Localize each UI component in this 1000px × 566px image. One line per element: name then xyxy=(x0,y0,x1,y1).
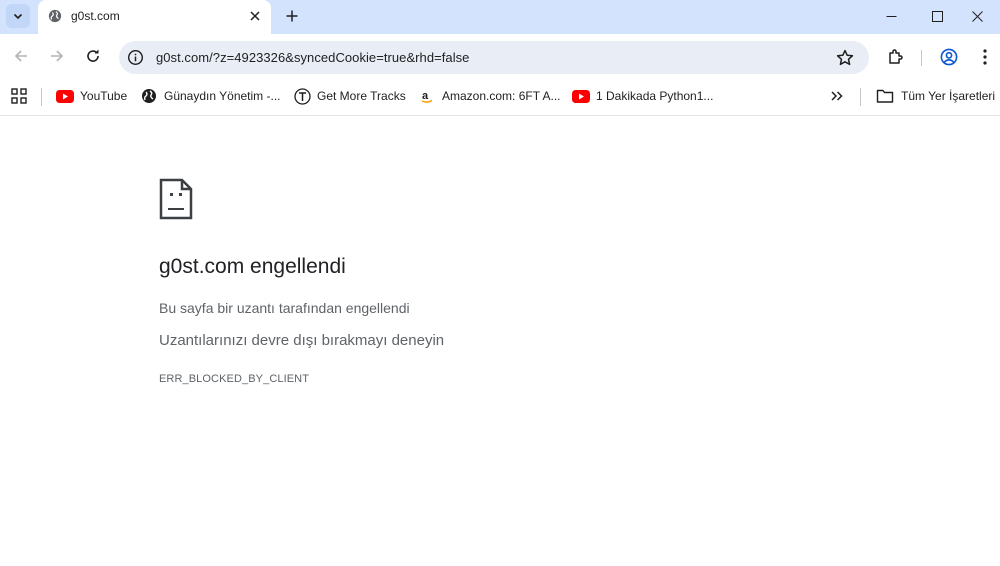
active-tab[interactable]: g0st.com xyxy=(38,0,271,34)
tab-title: g0st.com xyxy=(71,9,120,23)
minimize-icon xyxy=(886,15,896,17)
back-button[interactable] xyxy=(7,42,35,70)
plus-icon xyxy=(286,10,298,22)
error-code: ERR_BLOCKED_BY_CLIENT xyxy=(159,373,310,385)
new-tab-button[interactable] xyxy=(281,5,303,27)
bookmark-get-more-tracks[interactable]: Get More Tracks xyxy=(293,86,406,106)
arrow-right-icon xyxy=(51,50,64,62)
close-icon xyxy=(971,10,983,22)
toolbar-divider xyxy=(921,50,922,66)
extensions-button[interactable] xyxy=(885,46,907,68)
youtube-icon xyxy=(56,88,74,104)
account-icon xyxy=(940,48,958,66)
reload-button[interactable] xyxy=(79,42,107,70)
reload-icon xyxy=(87,49,99,62)
close-icon xyxy=(250,11,260,21)
apps-grid-icon[interactable] xyxy=(10,87,28,105)
tab-close-button[interactable] xyxy=(246,7,264,25)
globe-icon xyxy=(140,88,158,104)
tab-strip: g0st.com xyxy=(0,0,1000,34)
bookmark-label: 1 Dakikada Python1... xyxy=(596,89,714,103)
bookmark-amazon[interactable]: a Amazon.com: 6FT A... xyxy=(418,86,561,106)
error-description: Bu sayfa bir uzantı tarafından engellend… xyxy=(159,300,410,316)
profile-button[interactable] xyxy=(938,46,960,68)
error-suggestion: Uzantılarınızı devre dışı bırakmayı dene… xyxy=(159,332,445,349)
bookmark-python[interactable]: 1 Dakikada Python1... xyxy=(572,86,713,106)
info-icon[interactable] xyxy=(127,49,144,66)
bookmark-label: YouTube xyxy=(80,89,128,103)
all-bookmarks-button[interactable]: Tüm Yer İşaretleri xyxy=(876,86,995,106)
bookmark-star-icon[interactable] xyxy=(835,48,855,68)
tab-search-button[interactable] xyxy=(6,4,30,28)
bookmarks-bar: YouTube Günaydın Yönetim -... Get More T… xyxy=(0,80,1000,116)
amazon-icon: a xyxy=(418,88,436,104)
svg-text:a: a xyxy=(422,90,429,102)
error-title: g0st.com engellendi xyxy=(159,255,346,278)
youtube-icon xyxy=(572,88,590,104)
globe-icon xyxy=(48,9,62,23)
bookmark-label: Get More Tracks xyxy=(317,89,406,103)
chevron-down-icon xyxy=(13,13,23,20)
bookmarks-divider xyxy=(41,88,42,106)
address-bar[interactable]: g0st.com/?z=4923326&syncedCookie=true&rh… xyxy=(119,41,869,74)
forward-button[interactable] xyxy=(43,42,71,70)
chevron-double-right-icon[interactable] xyxy=(828,87,846,105)
minimize-button[interactable] xyxy=(868,0,914,32)
folder-icon xyxy=(876,89,894,103)
bookmark-youtube[interactable]: YouTube xyxy=(56,86,127,106)
sad-document-icon xyxy=(159,178,193,220)
tracks-icon xyxy=(293,87,311,105)
toolbar: g0st.com/?z=4923326&syncedCookie=true&rh… xyxy=(0,34,1000,80)
menu-button[interactable] xyxy=(974,46,996,68)
url-text[interactable]: g0st.com/?z=4923326&syncedCookie=true&rh… xyxy=(156,50,469,65)
bookmark-label: Günaydın Yönetim -... xyxy=(164,89,281,103)
maximize-icon xyxy=(931,10,943,22)
close-window-button[interactable] xyxy=(954,0,1000,32)
bookmark-gunaydin[interactable]: Günaydın Yönetim -... xyxy=(140,86,281,106)
arrow-left-icon xyxy=(14,50,27,62)
puzzle-icon xyxy=(889,49,903,64)
bookmarks-divider xyxy=(860,88,861,106)
more-vert-icon xyxy=(983,49,987,65)
bookmark-label: Amazon.com: 6FT A... xyxy=(442,89,561,103)
all-bookmarks-label: Tüm Yer İşaretleri xyxy=(901,89,996,103)
